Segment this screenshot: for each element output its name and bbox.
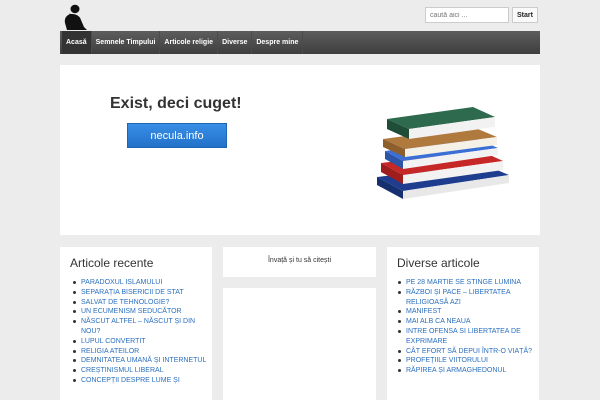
bullet-icon — [398, 290, 401, 294]
list-item[interactable]: RĂZBOI ȘI PACE – LIBERTATEA RELIGIOASĂ A… — [397, 288, 537, 308]
list-item[interactable]: CÂT EFORT SĂ DEPUI ÎNTR-O VIAȚĂ? — [397, 347, 537, 357]
list-item[interactable]: UN ECUMENISM SEDUCĂTOR — [72, 307, 208, 317]
bullet-icon — [398, 310, 401, 314]
book-stack-icon — [373, 105, 513, 200]
bullet-icon — [398, 329, 401, 333]
diverse-articles-list: PE 28 MARTIE SE STINGE LUMINA RĂZBOI ȘI … — [397, 278, 537, 376]
bullet-icon — [73, 320, 76, 324]
main-nav: Acasă Semnele Timpului Articole religie … — [60, 31, 540, 54]
list-item[interactable]: SEPARAȚIA BISERICII DE STAT — [72, 288, 208, 298]
nav-item-religion-articles[interactable]: Articole religie — [160, 31, 219, 54]
bullet-icon — [73, 300, 76, 304]
hero-site-button[interactable]: necula.info — [127, 123, 227, 148]
bullet-icon — [73, 310, 76, 314]
hero-banner: Exist, deci cuget! necula.info — [60, 65, 540, 235]
list-item[interactable]: PE 28 MARTIE SE STINGE LUMINA — [397, 278, 537, 288]
list-item[interactable]: INTRE OFENSA SI LIBERTATEA DE EXPRIMARE — [397, 327, 537, 347]
bullet-icon — [73, 349, 76, 353]
recent-articles-title: Articole recente — [70, 256, 154, 270]
bullet-icon — [73, 339, 76, 343]
list-item[interactable]: NĂSCUT ALTFEL – NĂSCUT ȘI DIN NOU? — [72, 317, 208, 337]
bullet-icon — [398, 349, 401, 353]
list-item[interactable]: RĂPIREA ȘI ARMAGHEDONUL — [397, 366, 537, 376]
list-item[interactable]: CREȘTINISMUL LIBERAL — [72, 366, 208, 376]
list-item[interactable]: RELIGIA ATEILOR — [72, 347, 208, 357]
list-item[interactable]: CONCEPȚII DESPRE LUME ȘI — [72, 376, 208, 386]
search-button[interactable]: Start — [512, 7, 538, 23]
recent-articles-list: PARADOXUL ISLAMULUI SEPARAȚIA BISERICII … — [72, 278, 208, 386]
list-item[interactable]: SALVAT DE TEHNOLOGIE? — [72, 298, 208, 308]
bullet-icon — [73, 281, 76, 284]
list-item[interactable]: LUPUL CONVERTIT — [72, 337, 208, 347]
hero-title: Exist, deci cuget! — [110, 95, 242, 112]
nav-item-home[interactable]: Acasă — [62, 31, 92, 54]
bullet-icon — [398, 281, 401, 284]
bullet-icon — [398, 369, 401, 373]
bullet-icon — [73, 369, 76, 373]
list-item[interactable]: MAI ALB CA NEAUA — [397, 317, 537, 327]
nav-item-signs-of-time[interactable]: Semnele Timpului — [92, 31, 161, 54]
bullet-icon — [398, 320, 401, 324]
diverse-articles-panel: Diverse articole PE 28 MARTIE SE STINGE … — [387, 247, 539, 400]
list-item[interactable]: PARADOXUL ISLAMULUI — [72, 278, 208, 288]
reading-prompt-text: Învață și tu să citești — [267, 257, 332, 264]
bullet-icon — [73, 290, 76, 294]
diverse-articles-title: Diverse articole — [397, 256, 480, 270]
bullet-icon — [398, 359, 401, 363]
middle-widget-panel — [223, 288, 376, 400]
nav-item-diverse[interactable]: Diverse — [218, 31, 253, 54]
top-bar: Start — [0, 0, 600, 31]
thinker-logo-icon[interactable] — [60, 4, 88, 30]
recent-articles-panel: Articole recente PARADOXUL ISLAMULUI SEP… — [60, 247, 212, 400]
list-item[interactable]: DEMNITATEA UMANĂ ȘI INTERNETUL — [72, 356, 208, 366]
list-item[interactable]: PROFEȚIILE VIITORULUI — [397, 356, 537, 366]
nav-item-about-me[interactable]: Despre mine — [252, 31, 304, 54]
bullet-icon — [73, 378, 76, 382]
list-item[interactable]: MANIFEST — [397, 307, 537, 317]
search-input[interactable] — [425, 7, 509, 23]
bullet-icon — [73, 359, 76, 363]
reading-prompt-panel: Învață și tu să citești — [223, 247, 376, 277]
